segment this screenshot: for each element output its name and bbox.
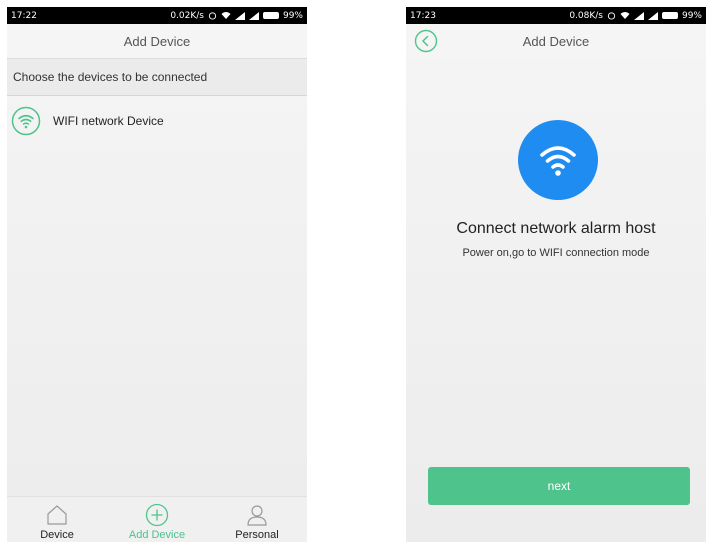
tab-bar: Device Add Device Personal	[7, 496, 307, 542]
add-device-list-screen: 17:22 0.02K/s 99% Add Device Choose the …	[7, 7, 307, 542]
battery-icon	[262, 12, 279, 19]
status-time: 17:23	[410, 10, 436, 21]
alarm-clock-icon	[208, 12, 217, 20]
status-bar: 17:23 0.08K/s 99%	[406, 7, 706, 24]
network-speed: 0.02K/s	[170, 10, 204, 21]
battery-level: 99%	[282, 10, 303, 21]
wifi-icon	[11, 106, 41, 136]
user-icon	[247, 505, 267, 526]
cell-signal-icon	[234, 11, 245, 20]
tab-device[interactable]: Device	[12, 497, 102, 541]
cell-signal-icon	[633, 11, 644, 20]
network-speed: 0.08K/s	[569, 10, 603, 21]
wifi-icon	[540, 146, 576, 176]
alarm-clock-icon	[607, 12, 616, 20]
tab-label: Add Device	[128, 529, 186, 541]
connect-title: Connect network alarm host	[456, 220, 656, 237]
nav-bar: Add Device	[406, 24, 706, 58]
next-button[interactable]: next	[428, 467, 690, 505]
battery-icon	[661, 12, 678, 19]
wifi-signal-icon	[620, 12, 630, 19]
device-item-label: WIFI network Device	[53, 114, 164, 128]
status-time: 17:22	[11, 10, 37, 21]
wifi-signal-icon	[221, 12, 231, 19]
nav-bar: Add Device	[7, 24, 307, 58]
tab-personal[interactable]: Personal	[212, 497, 302, 541]
connect-host-screen: 17:23 0.08K/s 99% Add Device Connect net…	[406, 7, 706, 542]
page-title: Add Device	[522, 33, 590, 49]
cell-signal-icon-2	[647, 11, 658, 20]
battery-level: 99%	[681, 10, 702, 21]
wifi-hero-icon	[518, 120, 598, 200]
page-title: Add Device	[123, 33, 191, 49]
plus-icon	[145, 503, 169, 527]
device-item-wifi[interactable]: WIFI network Device	[7, 96, 307, 146]
tab-label: Device	[40, 529, 74, 541]
section-header: Choose the devices to be connected	[7, 58, 307, 96]
tab-add-device[interactable]: Add Device	[112, 497, 202, 541]
back-arrow-icon[interactable]	[414, 29, 438, 53]
connect-subtitle: Power on,go to WIFI connection mode	[462, 247, 650, 259]
tab-label: Personal	[235, 529, 279, 541]
home-icon	[47, 505, 67, 525]
cell-signal-icon-2	[248, 11, 259, 20]
status-bar: 17:22 0.02K/s 99%	[7, 7, 307, 24]
